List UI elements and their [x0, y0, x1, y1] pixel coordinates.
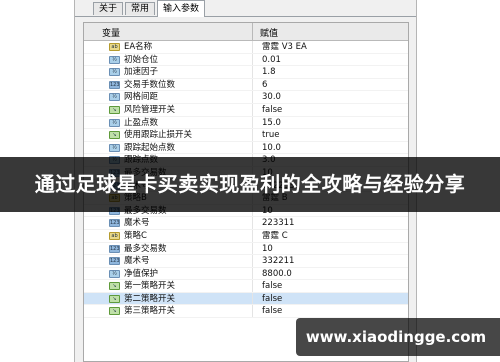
parameter-value[interactable]: 223311 — [262, 217, 294, 230]
parameter-row[interactable]: ↘ 第二策略开关 false — [84, 292, 408, 306]
parameter-row[interactable]: ↘ 风险管理开关 false — [84, 103, 408, 117]
title-banner: 通过足球星卡买卖实现盈利的全攻略与经验分享 — [0, 157, 500, 212]
parameter-name: 第二策略开关 — [124, 293, 176, 304]
banner-text: 通过足球星卡买卖实现盈利的全攻略与经验分享 — [34, 172, 466, 196]
cell-separator — [252, 129, 253, 141]
cell-separator — [252, 53, 253, 66]
cell-separator — [252, 217, 253, 229]
param-type-icon: ↘ — [109, 282, 120, 291]
param-type-icon: ↘ — [109, 307, 120, 316]
parameter-value[interactable]: 332211 — [262, 255, 294, 268]
parameter-name: 交易手数位数 — [124, 79, 176, 90]
parameter-name: 魔术号 — [124, 218, 150, 229]
parameter-row[interactable]: 123 魔术号 332211 — [84, 255, 408, 268]
cell-separator — [252, 66, 253, 78]
cell-separator — [252, 116, 253, 129]
header-variable[interactable]: 变量 — [102, 26, 120, 39]
param-type-icon: ½ — [109, 55, 120, 64]
param-type-icon: ↘ — [109, 131, 120, 140]
param-type-icon: ½ — [109, 269, 120, 278]
cell-separator — [252, 305, 253, 318]
param-type-icon: ab — [109, 43, 120, 51]
cell-separator — [252, 91, 253, 103]
parameter-row[interactable]: ab 策略C 雷霆 C — [84, 229, 408, 243]
parameter-row[interactable]: ab EA名称 雷霆 V3 EA — [84, 41, 408, 54]
parameter-value[interactable]: 10 — [262, 243, 273, 256]
parameter-row[interactable]: ½ 加速因子 1.8 — [84, 66, 408, 79]
param-type-icon: ½ — [109, 118, 120, 127]
parameter-value[interactable]: 6 — [262, 79, 267, 92]
parameter-row[interactable]: ↘ 使用跟踪止损开关 true — [84, 129, 408, 142]
cell-separator — [252, 280, 253, 292]
parameter-name: 风险管理开关 — [124, 104, 176, 115]
parameter-value[interactable]: false — [262, 305, 282, 318]
parameter-row[interactable]: ½ 净值保护 8800.0 — [84, 267, 408, 281]
parameter-row[interactable]: 123 最多交易数 10 — [84, 242, 408, 256]
watermark-text: www.xiaodingge.com — [305, 328, 487, 346]
parameter-value[interactable]: 雷霆 C — [262, 230, 288, 243]
parameter-name: 跟踪起始点数 — [124, 142, 176, 153]
parameter-row[interactable]: ½ 跟踪起始点数 10.0 — [84, 141, 408, 155]
parameter-row[interactable]: ↘ 第一策略开关 false — [84, 280, 408, 293]
parameter-name: 策略C — [124, 230, 147, 241]
cell-separator — [252, 103, 253, 116]
cell-separator — [252, 141, 253, 154]
parameter-value[interactable]: 雷霆 V3 EA — [262, 41, 307, 54]
header-value[interactable]: 赋值 — [260, 26, 278, 39]
cell-separator — [252, 229, 253, 242]
parameter-name: 初始仓位 — [124, 54, 159, 65]
tab-about[interactable]: 关于 — [93, 2, 124, 15]
parameter-value[interactable]: 30.0 — [262, 91, 281, 104]
parameter-value[interactable]: 10.0 — [262, 142, 281, 155]
parameter-name: 最多交易数 — [124, 243, 167, 254]
parameter-value[interactable]: 1.8 — [262, 66, 276, 79]
param-type-icon: ab — [109, 231, 120, 240]
parameter-value[interactable]: true — [262, 129, 279, 142]
param-type-icon: 123 — [109, 80, 120, 89]
param-type-icon: 123 — [109, 257, 120, 266]
param-type-icon: 123 — [109, 244, 120, 253]
tab-bar: 关于 常用 输入参数 — [75, 0, 416, 17]
tab-inputs[interactable]: 输入参数 — [157, 0, 206, 17]
parameter-row[interactable]: 123 交易手数位数 6 — [84, 78, 408, 92]
parameter-row[interactable]: ↘ 第三策略开关 false — [84, 305, 408, 319]
param-type-icon: ½ — [109, 143, 120, 152]
param-type-icon: ½ — [109, 93, 120, 102]
cell-separator — [252, 292, 253, 305]
watermark: www.xiaodingge.com — [296, 318, 500, 356]
parameter-row[interactable]: 123 魔术号 223311 — [84, 217, 408, 230]
cell-separator — [252, 41, 253, 53]
parameter-name: 魔术号 — [124, 256, 150, 267]
parameter-value[interactable]: false — [262, 293, 282, 306]
parameter-value[interactable]: 15.0 — [262, 117, 281, 130]
parameter-name: 第三策略开关 — [124, 306, 176, 317]
param-type-icon: ↘ — [109, 294, 120, 303]
parameter-value[interactable]: false — [262, 280, 282, 293]
parameter-row[interactable]: ½ 网格间距 30.0 — [84, 91, 408, 104]
parameter-name: 第一策略开关 — [124, 281, 176, 292]
parameter-value[interactable]: 8800.0 — [262, 268, 292, 281]
column-separator[interactable] — [252, 23, 253, 40]
parameter-name: 净值保护 — [124, 268, 159, 279]
cell-separator — [252, 242, 253, 255]
cell-separator — [252, 267, 253, 280]
parameter-name: 止盈点数 — [124, 117, 159, 128]
param-type-icon: ½ — [109, 68, 120, 77]
parameter-row[interactable]: ½ 止盈点数 15.0 — [84, 116, 408, 130]
cell-separator — [252, 255, 253, 267]
parameter-value[interactable]: 0.01 — [262, 54, 281, 67]
parameter-name: 加速因子 — [124, 67, 159, 78]
parameter-name: EA名称 — [124, 42, 153, 52]
tab-common[interactable]: 常用 — [125, 2, 156, 15]
parameter-row[interactable]: ½ 初始仓位 0.01 — [84, 53, 408, 67]
param-type-icon: ↘ — [109, 105, 120, 114]
parameter-name: 使用跟踪止损开关 — [124, 130, 193, 141]
parameter-value[interactable]: false — [262, 104, 282, 117]
param-type-icon: 123 — [109, 219, 120, 228]
cell-separator — [252, 78, 253, 91]
grid-header: 变量 赋值 — [84, 23, 408, 41]
parameter-name: 网格间距 — [124, 92, 159, 103]
